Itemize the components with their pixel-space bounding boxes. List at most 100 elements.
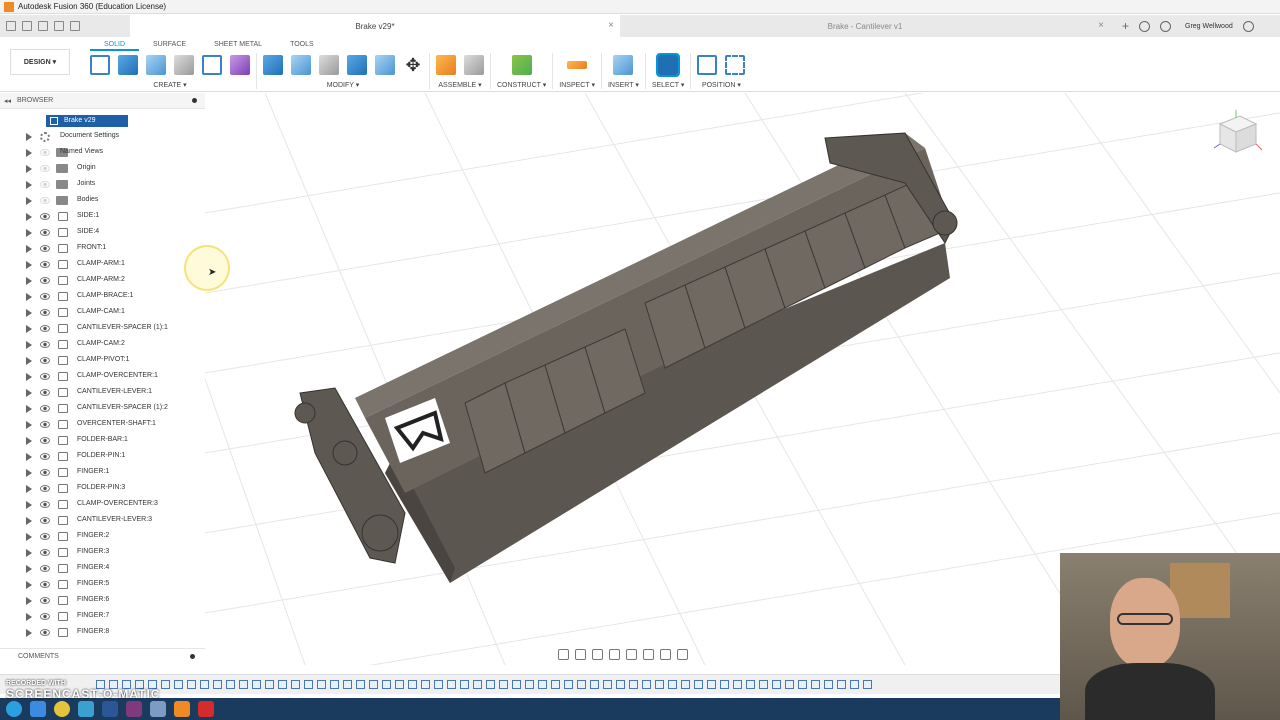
browser-node[interactable]: CLAMP-CAM:2 xyxy=(0,337,205,353)
timeline-feature-icon[interactable] xyxy=(733,680,742,689)
timeline-feature-icon[interactable] xyxy=(317,680,326,689)
revert-position-icon[interactable] xyxy=(725,55,746,75)
timeline-feature-icon[interactable] xyxy=(811,680,820,689)
onenote-icon[interactable] xyxy=(126,701,142,717)
browser-options-icon[interactable] xyxy=(192,98,197,103)
browser-node[interactable]: CANTILEVER-SPACER (1):1 xyxy=(0,321,205,337)
browser-node[interactable]: FINGER:2 xyxy=(0,529,205,545)
expand-arrow-icon[interactable] xyxy=(26,517,32,525)
timeline-feature-icon[interactable] xyxy=(681,680,690,689)
timeline-feature-icon[interactable] xyxy=(798,680,807,689)
combine-icon[interactable] xyxy=(347,55,367,75)
tab-surface[interactable]: SURFACE xyxy=(139,39,200,51)
expand-arrow-icon[interactable] xyxy=(26,149,32,157)
tab-tools[interactable]: TOOLS xyxy=(276,39,328,51)
browser-node[interactable]: Bodies xyxy=(0,193,205,209)
timeline-feature-icon[interactable] xyxy=(187,680,196,689)
new-component-icon[interactable] xyxy=(436,55,456,75)
timeline-feature-icon[interactable] xyxy=(356,680,365,689)
display-settings-icon[interactable] xyxy=(643,649,654,660)
timeline-feature-icon[interactable] xyxy=(616,680,625,689)
timeline-feature-icon[interactable] xyxy=(629,680,638,689)
timeline-feature-icon[interactable] xyxy=(746,680,755,689)
timeline-feature-icon[interactable] xyxy=(473,680,482,689)
workspace-switcher[interactable]: DESIGN ▾ xyxy=(10,49,70,75)
timeline-feature-icon[interactable] xyxy=(161,680,170,689)
visibility-eye-icon[interactable] xyxy=(40,325,50,332)
timeline-feature-icon[interactable] xyxy=(434,680,443,689)
user-name[interactable]: Greg Wellwood xyxy=(1185,23,1233,30)
timeline-feature-icon[interactable] xyxy=(824,680,833,689)
expand-arrow-icon[interactable] xyxy=(26,389,32,397)
expand-arrow-icon[interactable] xyxy=(26,485,32,493)
timeline-feature-icon[interactable] xyxy=(863,680,872,689)
timeline-feature-icon[interactable] xyxy=(343,680,352,689)
visibility-eye-icon[interactable] xyxy=(40,405,50,412)
close-tab-icon[interactable]: × xyxy=(1098,20,1104,31)
joint-icon[interactable] xyxy=(464,55,484,75)
expand-arrow-icon[interactable] xyxy=(26,597,32,605)
visibility-eye-icon[interactable] xyxy=(40,293,50,300)
visibility-eye-icon[interactable] xyxy=(40,165,50,172)
expand-arrow-icon[interactable] xyxy=(26,357,32,365)
browser-node[interactable]: FINGER:4 xyxy=(0,561,205,577)
fit-icon[interactable] xyxy=(626,649,637,660)
press-pull-icon[interactable] xyxy=(263,55,283,75)
chrome-icon[interactable] xyxy=(54,701,70,717)
undo-icon[interactable] xyxy=(54,21,64,31)
timeline-feature-icon[interactable] xyxy=(252,680,261,689)
browser-node[interactable]: Joints xyxy=(0,177,205,193)
timeline-feature-icon[interactable] xyxy=(694,680,703,689)
extrude-icon[interactable] xyxy=(118,55,138,75)
browser-node[interactable]: CANTILEVER-SPACER (1):2 xyxy=(0,401,205,417)
timeline-feature-icon[interactable] xyxy=(486,680,495,689)
expand-arrow-icon[interactable] xyxy=(26,565,32,573)
visibility-eye-icon[interactable] xyxy=(40,501,50,508)
timeline-feature-icon[interactable] xyxy=(642,680,651,689)
browser-node[interactable]: FOLDER-BAR:1 xyxy=(0,433,205,449)
timeline-feature-icon[interactable] xyxy=(499,680,508,689)
browser-node[interactable]: CLAMP-PIVOT:1 xyxy=(0,353,205,369)
expand-arrow-icon[interactable] xyxy=(26,533,32,541)
timeline-feature-icon[interactable] xyxy=(460,680,469,689)
timeline-feature-icon[interactable] xyxy=(395,680,404,689)
split-body-icon[interactable] xyxy=(375,55,395,75)
timeline-feature-icon[interactable] xyxy=(369,680,378,689)
fusion-taskbar-icon[interactable] xyxy=(174,701,190,717)
timeline-feature-icon[interactable] xyxy=(538,680,547,689)
visibility-eye-icon[interactable] xyxy=(40,309,50,316)
browser-node[interactable]: FRONT:1 xyxy=(0,241,205,257)
timeline-feature-icon[interactable] xyxy=(200,680,209,689)
assemble-menu[interactable]: ASSEMBLE ▾ xyxy=(438,81,481,89)
timeline-feature-icon[interactable] xyxy=(382,680,391,689)
visibility-eye-icon[interactable] xyxy=(40,181,50,188)
timeline-feature-icon[interactable] xyxy=(525,680,534,689)
browser-node[interactable]: OVERCENTER-SHAFT:1 xyxy=(0,417,205,433)
timeline-feature-icon[interactable] xyxy=(330,680,339,689)
timeline-feature-icon[interactable] xyxy=(772,680,781,689)
visibility-eye-icon[interactable] xyxy=(40,437,50,444)
shell-icon[interactable] xyxy=(319,55,339,75)
orbit-icon[interactable] xyxy=(558,649,569,660)
visibility-eye-icon[interactable] xyxy=(40,197,50,204)
save-icon[interactable] xyxy=(38,21,48,31)
tab-brake[interactable]: Brake v29* × xyxy=(130,15,620,37)
timeline-feature-icon[interactable] xyxy=(577,680,586,689)
browser-node[interactable]: FINGER:5 xyxy=(0,577,205,593)
file-menu-icon[interactable] xyxy=(22,21,32,31)
timeline-feature-icon[interactable] xyxy=(603,680,612,689)
expand-arrow-icon[interactable] xyxy=(26,261,32,269)
expand-arrow-icon[interactable] xyxy=(26,437,32,445)
tab-sheet-metal[interactable]: SHEET METAL xyxy=(200,39,276,51)
grid-settings-icon[interactable] xyxy=(660,649,671,660)
app-icon[interactable] xyxy=(150,701,166,717)
browser-node[interactable]: CLAMP-OVERCENTER:3 xyxy=(0,497,205,513)
timeline-feature-icon[interactable] xyxy=(785,680,794,689)
expand-arrow-icon[interactable] xyxy=(26,405,32,413)
timeline-feature-icon[interactable] xyxy=(174,680,183,689)
look-at-icon[interactable] xyxy=(575,649,586,660)
ie-icon[interactable] xyxy=(30,701,46,717)
position-menu[interactable]: POSITION ▾ xyxy=(702,81,741,89)
timeline-feature-icon[interactable] xyxy=(551,680,560,689)
pan-icon[interactable] xyxy=(592,649,603,660)
